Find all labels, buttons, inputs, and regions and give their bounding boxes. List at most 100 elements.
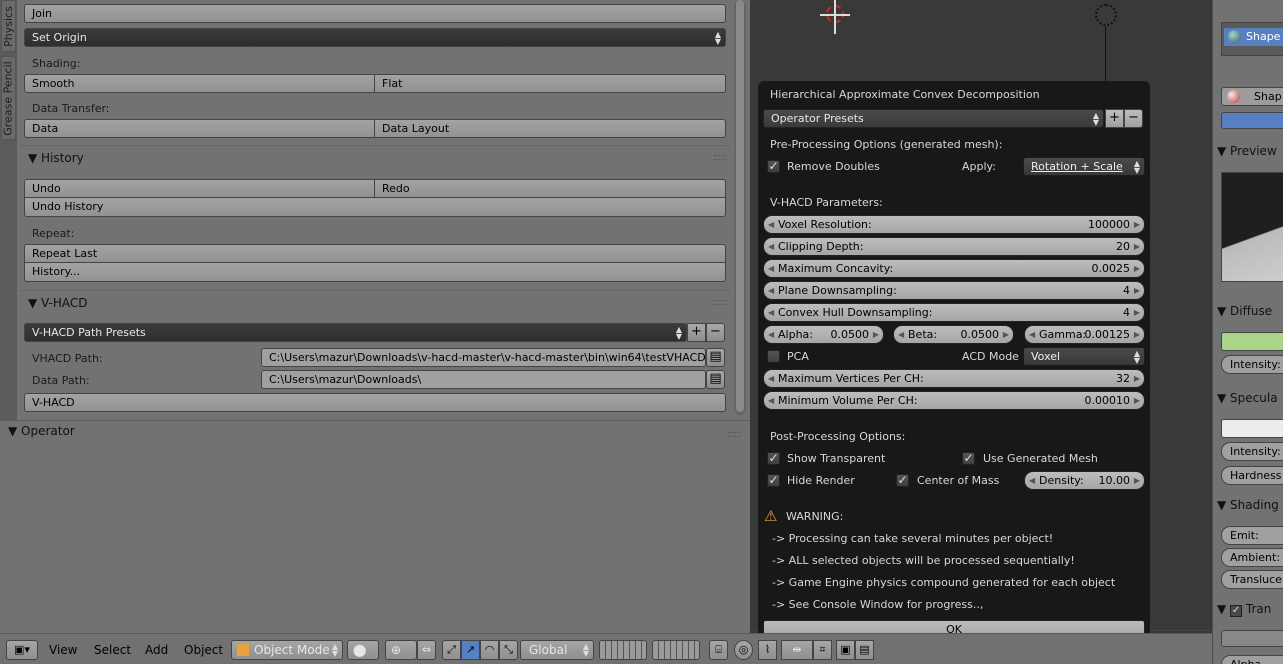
material-slot-list[interactable]: Shape (1221, 22, 1283, 56)
drag-grip-icon[interactable] (714, 300, 726, 305)
repeat-last-button[interactable]: Repeat Last (24, 244, 726, 263)
arrow-right-icon[interactable]: ▶ (1134, 304, 1140, 321)
viewport-shading-dropdown[interactable]: ⬤ (347, 640, 379, 660)
translucency-field[interactable]: Transluce (1221, 570, 1283, 589)
scale-icon[interactable]: ⤡ (499, 640, 518, 660)
snap-target-icon[interactable]: ⌗ (813, 640, 832, 660)
mode-dropdown[interactable]: Object Mode ▲ ▼ (231, 640, 343, 660)
drag-grip-icon[interactable] (728, 432, 740, 437)
alpha-field[interactable]: Alpha (1221, 655, 1283, 664)
arrow-right-icon[interactable]: ▶ (1134, 472, 1140, 489)
arrow-left-icon[interactable]: ◀ (768, 238, 774, 255)
flat-button[interactable]: Flat (375, 74, 726, 93)
alpha-field[interactable]: ◀ Alpha: 0.0500 ▶ (763, 325, 884, 344)
tab-grease-pencil[interactable]: Grease Pencil (1, 56, 16, 140)
arrow-right-icon[interactable]: ▶ (1134, 238, 1140, 255)
orientation-dropdown[interactable]: Global ▲ ▼ (520, 640, 594, 660)
operator-presets-dropdown[interactable]: Operator Presets ▲ ▼ (763, 109, 1104, 128)
diffuse-color[interactable] (1221, 332, 1283, 351)
voxel-resolution-field[interactable]: ◀ Voxel Resolution: 100000 ▶ (763, 215, 1145, 234)
vhacd-panel-header[interactable]: ▼ V-HACD (20, 292, 730, 314)
tab-physics[interactable]: Physics (1, 0, 16, 52)
arrow-left-icon[interactable]: ◀ (768, 392, 774, 409)
layers-grid-right[interactable] (652, 640, 700, 660)
specular-header[interactable]: ▼ Specula (1217, 391, 1278, 405)
history-panel-header[interactable]: ▼ History (20, 147, 730, 169)
specular-intensity-field[interactable]: Intensity: (1221, 442, 1283, 461)
apply-dropdown[interactable]: Rotation + Scale ▲ ▼ (1023, 157, 1145, 176)
data-path-field[interactable]: C:\Users\mazur\Downloads\ (261, 370, 706, 389)
editor-type-icon[interactable]: ▣▾ (6, 640, 38, 660)
convex-hull-downsampling-field[interactable]: ◀ Convex Hull Downsampling: 4 ▶ (763, 303, 1145, 322)
remove-doubles-checkbox[interactable]: ✓ (767, 160, 780, 173)
arrow-right-icon[interactable]: ▶ (1134, 326, 1140, 343)
min-volume-field[interactable]: ◀ Minimum Volume Per CH: 0.00010 ▶ (763, 391, 1145, 410)
undo-button[interactable]: Undo (24, 179, 375, 198)
operator-header[interactable]: ▼ Operator (8, 424, 75, 438)
diffuse-intensity-field[interactable]: Intensity: (1221, 355, 1283, 374)
arrow-right-icon[interactable]: ▶ (1134, 282, 1140, 299)
layers-grid-left[interactable] (599, 640, 647, 660)
gamma-field[interactable]: ◀ Gamma: 0.00125 ▶ (1024, 325, 1145, 344)
history-button[interactable]: History... (24, 263, 726, 282)
arrow-left-icon[interactable]: ◀ (898, 326, 904, 343)
data-layout-button[interactable]: Data Layout (375, 119, 726, 138)
arrow-left-icon[interactable]: ◀ (768, 370, 774, 387)
snap-icon[interactable]: ⌇ (758, 640, 777, 660)
lock-layers-icon[interactable]: ⌸ (709, 640, 728, 660)
arrow-right-icon[interactable]: ▶ (873, 326, 879, 343)
hide-render-checkbox[interactable]: ✓ (767, 474, 780, 487)
vhacd-button[interactable]: V-HACD (24, 393, 726, 412)
plane-downsampling-field[interactable]: ◀ Plane Downsampling: 4 ▶ (763, 281, 1145, 300)
add-preset-icon[interactable]: + (1105, 109, 1124, 128)
menu-select[interactable]: Select (94, 643, 131, 657)
arrow-left-icon[interactable]: ◀ (1029, 326, 1035, 343)
render-anim-icon[interactable]: ▤ (855, 640, 874, 660)
remove-preset-icon[interactable]: − (706, 323, 725, 342)
smooth-button[interactable]: Smooth (24, 74, 375, 93)
clipping-depth-field[interactable]: ◀ Clipping Depth: 20 ▶ (763, 237, 1145, 256)
acd-mode-dropdown[interactable]: Voxel ▲ ▼ (1023, 347, 1145, 366)
pca-checkbox[interactable] (767, 350, 780, 363)
preview-header[interactable]: ▼ Preview (1217, 144, 1277, 158)
menu-view[interactable]: View (49, 643, 77, 657)
rotate-icon[interactable]: ◠ (480, 640, 499, 660)
material-selector[interactable]: Shap (1221, 87, 1283, 106)
arrow-right-icon[interactable]: ▶ (1134, 216, 1140, 233)
set-origin-dropdown[interactable]: Set Origin ▲ ▼ (24, 28, 726, 47)
diffuse-header[interactable]: ▼ Diffuse (1217, 304, 1272, 318)
render-camera-icon[interactable]: ▣ (836, 640, 855, 660)
menu-object[interactable]: Object (184, 643, 223, 657)
data-button[interactable]: Data (24, 119, 375, 138)
join-button[interactable]: Join (24, 4, 726, 23)
max-vertices-field[interactable]: ◀ Maximum Vertices Per CH: 32 ▶ (763, 369, 1145, 388)
proportional-edit-icon[interactable]: ◎ (734, 640, 753, 660)
show-transparent-checkbox[interactable]: ✓ (767, 452, 780, 465)
arrow-left-icon[interactable]: ◀ (768, 216, 774, 233)
manipulator-center-icon[interactable]: ⇔ (417, 640, 436, 660)
shelf-scrollbar[interactable] (734, 0, 746, 415)
transparency-header[interactable]: ▼ ✓ Tran (1217, 602, 1271, 617)
vhacd-path-field[interactable]: C:\Users\mazur\Downloads\v-hacd-master\v… (261, 348, 706, 367)
density-field[interactable]: ◀ Density: 10.00 ▶ (1024, 471, 1145, 490)
undo-history-button[interactable]: Undo History (24, 198, 726, 217)
arrow-right-icon[interactable]: ▶ (1134, 370, 1140, 387)
scrollbar-thumb[interactable] (736, 0, 744, 412)
transparency-mode[interactable] (1221, 630, 1283, 647)
hardness-field[interactable]: Hardness (1221, 466, 1283, 485)
transparency-checkbox[interactable]: ✓ (1230, 605, 1243, 617)
material-slot-selected[interactable]: Shape (1224, 28, 1283, 46)
add-preset-icon[interactable]: + (687, 323, 706, 342)
manipulator-toggle-icon[interactable]: ⤢ (442, 640, 461, 660)
folder-icon[interactable]: ▤ (706, 348, 725, 367)
arrow-right-icon[interactable]: ▶ (1134, 392, 1140, 409)
translate-icon[interactable]: ↗ (461, 640, 480, 660)
emit-field[interactable]: Emit: (1221, 526, 1283, 545)
arrow-left-icon[interactable]: ◀ (768, 326, 774, 343)
arrow-left-icon[interactable]: ◀ (768, 260, 774, 277)
pivot-dropdown[interactable]: ⊕ (385, 640, 417, 660)
use-generated-mesh-checkbox[interactable]: ✓ (962, 452, 975, 465)
arrow-left-icon[interactable]: ◀ (768, 282, 774, 299)
arrow-right-icon[interactable]: ▶ (1003, 326, 1009, 343)
beta-field[interactable]: ◀ Beta: 0.0500 ▶ (893, 325, 1014, 344)
